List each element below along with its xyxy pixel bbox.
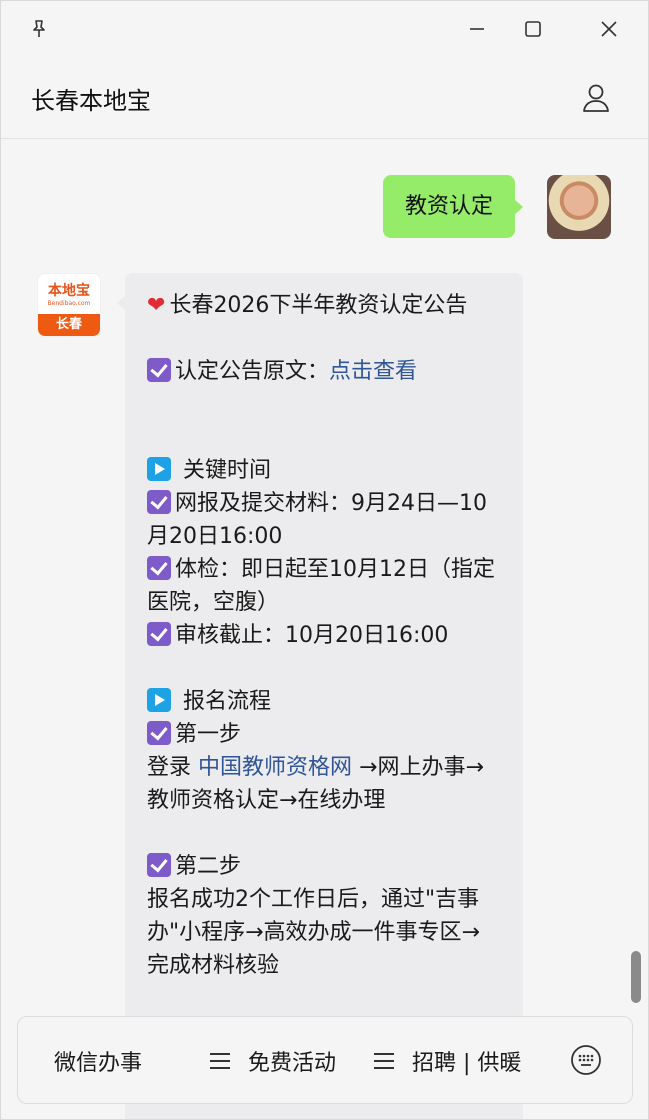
bottom-menu: 微信办事 免费活动 招聘 | 供暖: [17, 1016, 633, 1104]
section2-title: 报名流程: [183, 689, 272, 714]
notice-line: 认定公告原文：点击查看: [147, 355, 501, 388]
menu-label: 招聘 | 供暖: [412, 1051, 522, 1076]
time-item: 审核截止：10月20日16:00: [147, 619, 501, 652]
time-item: 体检：即日起至10月12日（指定医院，空腹）: [147, 553, 501, 619]
user-avatar[interactable]: [547, 175, 611, 239]
chat-header: 长春本地宝: [1, 57, 648, 139]
step2-title: 第二步: [175, 854, 242, 879]
notice-prefix: 认定公告原文：: [175, 359, 330, 384]
menu-label: 微信办事: [54, 1051, 143, 1076]
logo-city: 长春: [38, 314, 100, 336]
heart-icon: ❤: [147, 293, 166, 318]
play-icon: [147, 688, 171, 712]
play-icon: [147, 457, 171, 481]
notice-link[interactable]: 点击查看: [329, 359, 417, 384]
menu-icon: [210, 1053, 230, 1069]
time-item-text: 体检：即日起至10月12日（指定医院，空腹）: [147, 557, 495, 615]
user-message-bubble: 教资认定: [383, 175, 524, 238]
step1-text: 登录 中国教师资格网 →网上办事→教师资格认定→在线办理: [147, 751, 501, 817]
logo-url: Bendibao.com: [47, 300, 91, 307]
logo-text: 本地宝: [48, 283, 90, 299]
menu-jobs-heating[interactable]: 招聘 | 供暖: [374, 1017, 521, 1105]
person-icon[interactable]: [579, 81, 613, 115]
title-bar: [1, 1, 648, 57]
step1-title: 第一步: [175, 722, 242, 747]
chat-area: 教资认定 本地宝 Bendibao.com 长春 ❤ 长春2026下半年教资认定公…: [1, 139, 648, 1119]
teacher-qualification-link[interactable]: 中国教师资格网: [198, 755, 352, 780]
maximize-icon[interactable]: [515, 11, 551, 47]
section1-title: 关键时间: [183, 458, 272, 483]
checkbox-icon: [147, 721, 171, 745]
minimize-icon[interactable]: [459, 11, 495, 47]
close-icon[interactable]: [591, 11, 627, 47]
checkbox-icon: [147, 358, 171, 382]
time-item-text: 网报及提交材料：9月24日—10月20日16:00: [147, 491, 487, 549]
chat-window: 长春本地宝 教资认定 本地宝 Bendibao.com 长春 ❤ 长春2026下半…: [0, 0, 649, 1120]
time-item: 网报及提交材料：9月24日—10月20日16:00: [147, 487, 501, 553]
bot-avatar[interactable]: 本地宝 Bendibao.com 长春: [37, 273, 101, 337]
keyboard-icon[interactable]: [570, 1044, 602, 1076]
bot-message-bubble: ❤ 长春2026下半年教资认定公告 认定公告原文：点击查看 关键时间 网报及提交材…: [117, 273, 523, 1119]
chat-title: 长春本地宝: [31, 87, 151, 115]
step1-title-line: 第一步: [147, 718, 501, 751]
step1-prefix: 登录: [147, 755, 198, 780]
menu-wechat-services[interactable]: 微信办事: [54, 1017, 142, 1105]
checkbox-icon: [147, 853, 171, 877]
section-key-times: 关键时间: [147, 454, 501, 487]
checkbox-icon: [147, 556, 171, 580]
time-item-text: 审核截止：10月20日16:00: [175, 623, 449, 648]
section-process: 报名流程: [147, 685, 501, 718]
menu-label: 免费活动: [248, 1051, 337, 1076]
step2-title-line: 第二步: [147, 850, 501, 883]
menu-free-activities[interactable]: 免费活动: [210, 1017, 336, 1105]
message-title: 长春2026下半年教资认定公告: [169, 293, 468, 318]
step2-text: 报名成功2个工作日后，通过"吉事办"小程序→高效办成一件事专区→完成材料核验: [147, 887, 480, 978]
checkbox-icon: [147, 622, 171, 646]
message-title-line: ❤ 长春2026下半年教资认定公告: [147, 289, 501, 322]
checkbox-icon: [147, 490, 171, 514]
pin-icon[interactable]: [21, 11, 57, 47]
menu-icon: [374, 1053, 394, 1069]
scrollbar-thumb[interactable]: [631, 951, 641, 1003]
